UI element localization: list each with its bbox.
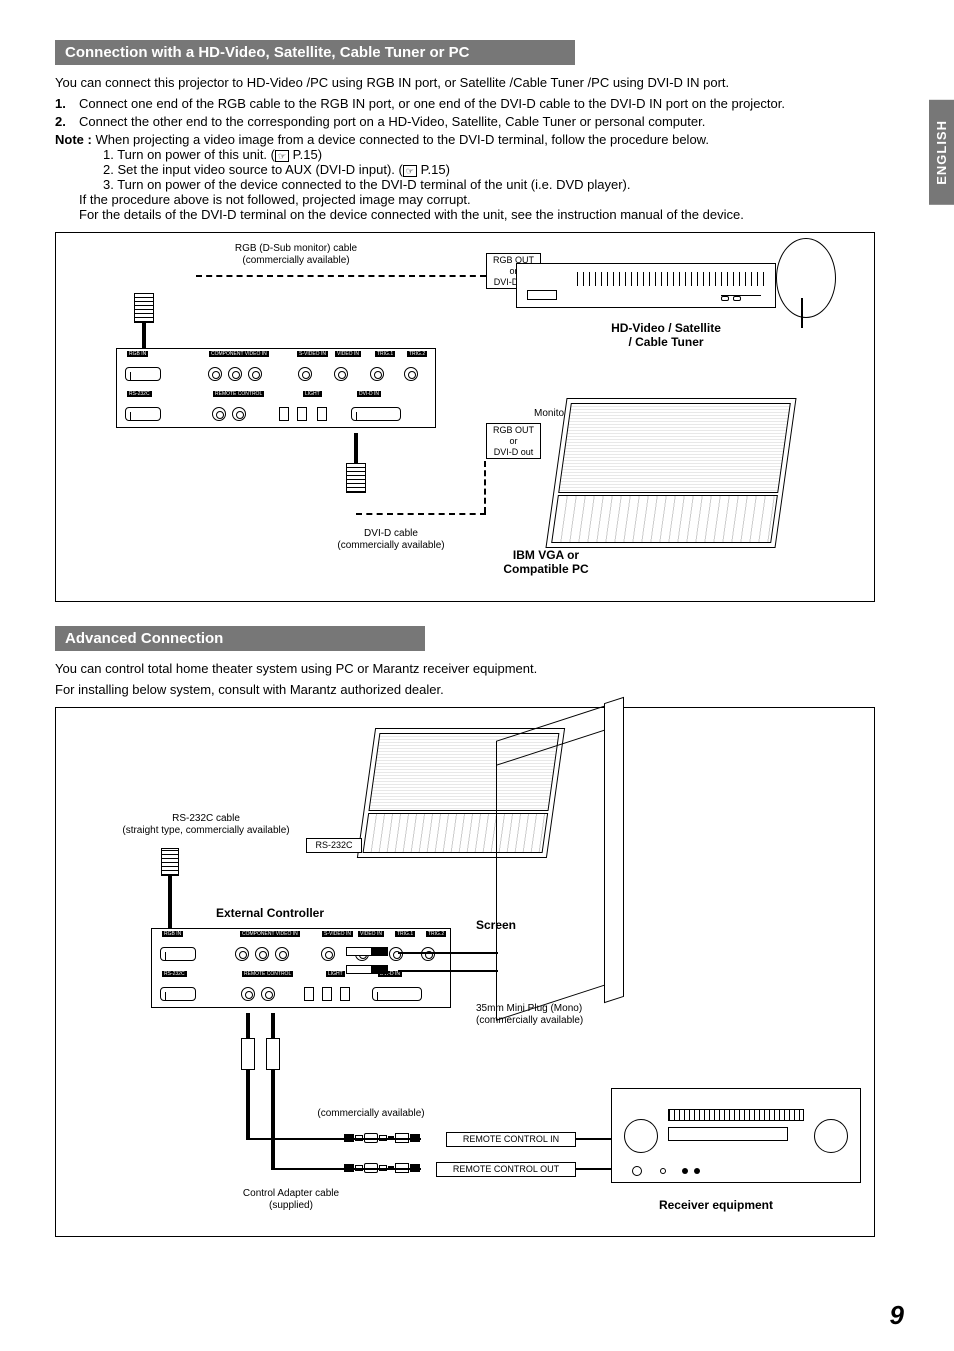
section2-intro2: For installing below system, consult wit… [55,682,904,697]
receiver-label: Receiver equipment [636,1198,796,1212]
rs232-cable-label: RS-232C cable(straight type, commerciall… [96,813,316,837]
mini-plug-label: 35mm Mini Plug (Mono)(commercially avail… [476,1003,636,1027]
rgb-cable-label: RGB (D-Sub monitor) cable(commercially a… [206,243,386,267]
section1-intro: You can connect this projector to HD-Vid… [55,75,904,90]
step-1: 1. Connect one end of the RGB cable to t… [55,96,904,111]
dashed-line [196,275,486,277]
cable-plug-icon [266,1038,280,1070]
remote-in-box: REMOTE CONTROL IN [446,1132,576,1147]
screen-icon [496,705,606,1021]
diagram-advanced-connection: RS-232C cable(straight type, commerciall… [55,707,875,1237]
section1-title: Connection with a HD-Video, Satellite, C… [55,40,575,65]
section-hd-video: Connection with a HD-Video, Satellite, C… [55,40,904,602]
language-tab: ENGLISH [929,100,954,205]
laptop-icon [545,398,796,548]
step-2-text: Connect the other end to the correspondi… [79,114,705,129]
step-1-text: Connect one end of the RGB cable to the … [79,96,785,111]
note-label: Note : [55,132,92,147]
note-sub-2: 2. Set the input video source to AUX (DV… [103,162,904,177]
note-intro: When projecting a video image from a dev… [95,132,709,147]
rs232-label-box: RS-232C [306,838,362,853]
cable-plug-icon [161,848,179,876]
section2-title: Advanced Connection [55,626,425,651]
receiver-icon [611,1088,861,1183]
hd-video-label: HD-Video / Satellite/ Cable Tuner [586,321,746,350]
note-sub-3: 3. Turn on power of the device connected… [103,177,904,192]
note-block: Note : When projecting a video image fro… [55,132,904,222]
external-controller-label: External Controller [216,906,366,920]
section2-intro1: You can control total home theater syste… [55,661,904,676]
page-number: 9 [890,1300,904,1331]
note-after-1: If the procedure above is not followed, … [79,192,904,207]
ref-icon: ☞ [403,165,417,177]
remote-out-box: REMOTE CONTROL OUT [436,1162,576,1177]
step-num-2: 2. [55,114,79,129]
cable-plug-icon [346,463,366,493]
dashed-line [356,513,486,515]
cable-plug-icon [134,293,154,323]
plug-icon [346,965,388,974]
cable-connector-icon [344,1132,420,1144]
satellite-tuner [516,263,776,308]
step-2: 2. Connect the other end to the correspo… [55,114,904,129]
section-advanced: Advanced Connection You can control tota… [55,626,904,1237]
cable-connector-icon [344,1162,420,1174]
step-num-1: 1. [55,96,79,111]
comm-avail-label: (commercially available) [301,1108,441,1120]
plug-icon [346,947,388,956]
control-adapter-label: Control Adapter cable(supplied) [221,1188,361,1212]
dvi-cable-label: DVI-D cable(commercially available) [321,528,461,552]
note-after-2: For the details of the DVI-D terminal on… [79,207,904,222]
cable-plug-icon [241,1038,255,1070]
ibm-vga-label: IBM VGA orCompatible PC [486,548,606,577]
ref-icon: ☞ [275,150,289,162]
note-sub-1: 1. Turn on power of this unit. (☞ P.15) [103,147,904,162]
diagram-connection-hd: RGB (D-Sub monitor) cable(commercially a… [55,232,875,602]
projector-rear-panel: RGB IN COMPONENT VIDEO IN S-VIDEO IN VID… [151,928,451,1008]
projector-rear-panel: RGB IN COMPONENT VIDEO IN S-VIDEO IN VID… [116,348,436,428]
rgb-out-box-2: RGB OUTorDVI-D out [486,423,541,459]
satellite-dish-icon [776,238,836,318]
